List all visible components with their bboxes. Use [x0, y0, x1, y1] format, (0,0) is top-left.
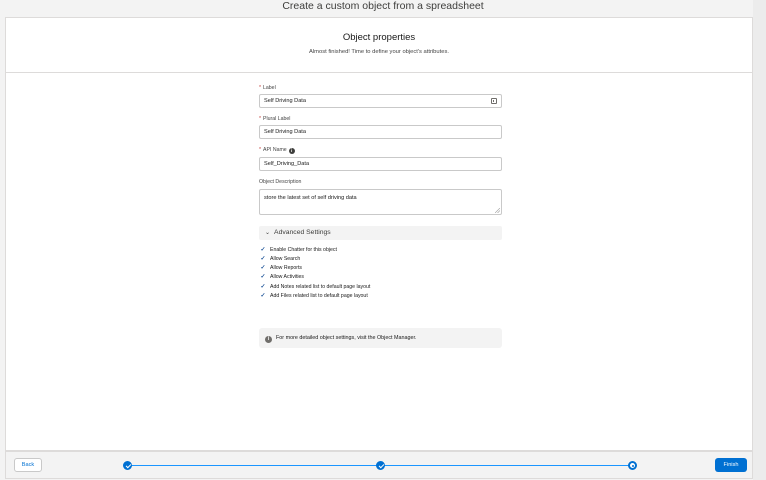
info-icon: i — [265, 336, 272, 343]
check-icon: ✓ — [260, 274, 266, 280]
page-title: Create a custom object from a spreadshee… — [282, 0, 484, 12]
required-marker: * — [259, 116, 262, 122]
object-manager-info-box: i For more detailed object settings, visi… — [259, 328, 502, 348]
progress-step-1 — [123, 461, 132, 470]
description-textarea[interactable]: store the latest set of self driving dat… — [259, 189, 502, 215]
object-properties-card: Object properties Almost finished! Time … — [5, 17, 753, 451]
back-button[interactable]: Back — [14, 458, 42, 472]
checkbox-add-files[interactable]: ✓ Add Files related list to default page … — [259, 292, 367, 300]
field-picker-icon[interactable] — [491, 98, 497, 104]
check-icon: ✓ — [260, 265, 266, 271]
progress-step-3 — [628, 461, 637, 470]
checkbox-allow-activities[interactable]: ✓ Allow Activities — [259, 273, 304, 281]
info-icon[interactable]: i — [288, 148, 295, 154]
finish-button[interactable]: Finish — [715, 458, 747, 472]
window-edge — [753, 0, 766, 480]
required-marker: * — [259, 147, 262, 153]
api-name-input[interactable]: Self_Driving_Data — [259, 157, 502, 171]
card-header: Object properties Almost finished! Time … — [6, 18, 752, 73]
advanced-settings-toggle[interactable]: ⌄ Advanced Settings — [259, 226, 502, 240]
resize-handle-icon[interactable] — [495, 208, 500, 213]
description-field-label: Object Description — [259, 179, 302, 185]
required-marker: * — [259, 85, 262, 91]
checkbox-allow-reports[interactable]: ✓ Allow Reports — [259, 264, 302, 272]
card-title: Object properties — [342, 32, 416, 43]
check-icon: ✓ — [260, 247, 266, 253]
wizard-footer: Back Finish — [5, 451, 753, 479]
checkbox-enable-chatter[interactable]: ✓ Enable Chatter for this object — [259, 246, 336, 254]
progress-step-2 — [376, 461, 385, 470]
plural-label-input[interactable]: Self Driving Data — [259, 125, 502, 139]
api-name-field-label: * API Name i — [259, 147, 295, 154]
plural-label-field-label: * Plural Label — [259, 116, 291, 122]
check-icon: ✓ — [260, 284, 266, 290]
label-field-label: * Label — [259, 85, 276, 91]
card-subtitle: Almost finished! Time to define your obj… — [309, 49, 449, 55]
chevron-down-icon: ⌄ — [265, 230, 271, 236]
check-icon: ✓ — [260, 293, 266, 299]
label-input[interactable]: Self Driving Data — [259, 94, 502, 108]
checkbox-allow-search[interactable]: ✓ Allow Search — [259, 255, 300, 263]
checkbox-add-notes[interactable]: ✓ Add Notes related list to default page … — [259, 283, 370, 291]
check-icon: ✓ — [260, 256, 266, 262]
